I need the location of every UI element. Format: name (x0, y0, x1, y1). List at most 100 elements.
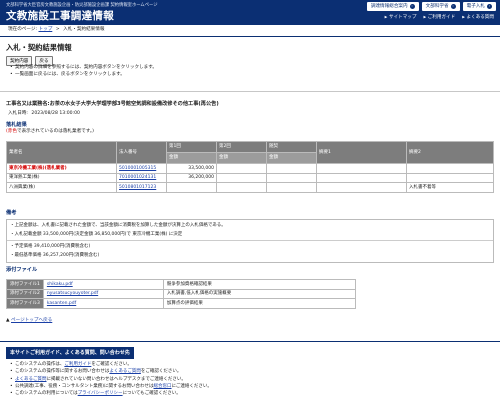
table-row: 添付ファイル1 shikaku.pdf 競争参加資格確認結果 (6, 279, 357, 290)
back-to-top-link[interactable]: ページトップへ戻る (11, 318, 52, 323)
guide-text: このシステムの操作は、 (15, 362, 65, 367)
guide-text: このシステムの操作等に関するお問い合わせは (15, 369, 110, 375)
page-title: 入札・契約結果情報 (6, 43, 72, 52)
col-remark2: 摘要2 (406, 141, 494, 164)
guide-link[interactable]: ご利用ガイド (64, 362, 91, 367)
attachment-label: 添付ファイル2 (6, 288, 44, 300)
breadcrumb-home-link[interactable]: トップ (39, 27, 53, 32)
attachment-file-link[interactable]: shikaku.pdf (47, 282, 73, 287)
usage-guide-link[interactable]: ご利用ガイド (423, 15, 456, 21)
remark2: 入札書不着等 (406, 182, 494, 193)
corp-no-link[interactable]: 5010001005315 (116, 163, 167, 174)
back-to-top[interactable]: ▲ ページトップへ戻る (6, 318, 52, 324)
breadcrumb: 現在のページ: トップ > 入札・契約結果情報 (8, 27, 104, 33)
guide-item: このシステムの利用についてはプライバシーポリシーについてもご確認ください。 (10, 391, 212, 397)
divider (0, 36, 500, 37)
breadcrumb-separator: > (55, 27, 60, 32)
attachment-desc: 競争参加資格確認結果 (162, 279, 357, 290)
corp-no-link-text[interactable]: 7010001024131 (119, 175, 156, 180)
company-name: 東洋熱工業(株) (6, 172, 117, 184)
col-amount: 金額 (166, 152, 217, 164)
remark-line: ・上記金額は、入札書に記載された金額で、当該金額に消費税を加算した金額が決算上の… (10, 222, 226, 228)
amount-round1: 33,500,000 (166, 163, 217, 174)
page-root: 文部科学省大臣官房文教施設企画・防災部施設企画課 契約情報室ホームページ 文教施… (0, 0, 500, 397)
attachment-label: 添付ファイル3 (6, 298, 44, 309)
remark1 (316, 163, 407, 174)
instruction-list: 契約内容の詳細を参照するには、契約内容ボタンをクリックします。 一覧画面に戻るに… (10, 65, 157, 79)
amount-nego (266, 182, 317, 193)
corp-no-link[interactable]: 7010001024131 (116, 172, 167, 184)
guide-heading: 本サイトご利用ガイド、よくある質問、問い合わせ先 (6, 347, 134, 360)
mext-label: 文部科学省 (425, 3, 449, 9)
attachment-file[interactable]: shikaku.pdf (42, 279, 164, 290)
attachment-file-link[interactable]: nyusatsucyouyoter.pdf (47, 291, 98, 296)
remark1 (316, 172, 407, 184)
attachment-file[interactable]: kasanten.pdf (42, 298, 164, 309)
table-row: 東洋熱工業(株) 7010001024131 36,200,000 (6, 172, 494, 184)
guide-text: にご連絡ください。 (171, 383, 212, 389)
remark2 (406, 172, 494, 184)
guide-item: このシステムの操作等に関するお問い合わせはよくあるご質問をご確認ください。 (10, 369, 212, 375)
results-section-label: 落札結果 (6, 122, 27, 128)
table-row: 八洲興業(株) 5010801017123 入札書不着等 (6, 182, 494, 193)
remark1 (316, 182, 407, 193)
col-amount: 金額 (216, 152, 267, 164)
guide-item: よくあるご質問に掲載されていない問い合わせはヘルプデスクまでご連絡ください。 (10, 377, 212, 383)
col-round2: 第2回 (216, 141, 267, 153)
instruction-item: 一覧画面に戻るには、戻るボタンをクリックします。 (10, 72, 157, 78)
e-bidding-label: 電子入札 (466, 3, 485, 9)
corp-no-link[interactable]: 5010801017123 (116, 182, 167, 193)
table-row: 添付ファイル2 nyusatsucyouyoter.pdf 入札調書,低入札価格… (6, 288, 357, 300)
external-link-icon: › (487, 3, 492, 9)
guide-link[interactable]: プライバシーポリシー (78, 391, 123, 396)
procurement-guide-label: 調達情報総合案内 (370, 3, 408, 9)
col-nego: 随契 (266, 141, 317, 153)
guide-list: このシステムの操作は、ご利用ガイドをご確認ください。 このシステムの操作等に関す… (10, 362, 212, 399)
guide-text: についてもご確認ください。 (122, 391, 181, 397)
guide-text: をご確認ください。 (91, 362, 132, 367)
attachment-file[interactable]: nyusatsucyouyoter.pdf (42, 288, 164, 300)
breadcrumb-prefix: 現在のページ: (8, 27, 38, 32)
arrow-up-icon: ▲ (6, 318, 10, 323)
attachment-file-link[interactable]: kasanten.pdf (47, 301, 76, 306)
col-round1: 第1回 (166, 141, 217, 153)
corp-no-link-text[interactable]: 5010801017123 (119, 185, 156, 190)
procurement-guide-button[interactable]: 調達情報総合案内 › (366, 2, 419, 11)
remarks-box: ・上記金額は、入札書に記載された金額で、当該金額に消費税を加算した金額が決算上の… (6, 219, 494, 263)
guide-text: に掲載されていない問い合わせはヘルプデスクまでご連絡ください。 (46, 376, 186, 382)
attachment-desc: 加算点の評価結果 (162, 298, 357, 309)
divider (0, 341, 500, 342)
attachment-label: 添付ファイル1 (6, 279, 44, 290)
table-row: 添付ファイル3 kasanten.pdf 加算点の評価結果 (6, 298, 357, 309)
remark-line: ・入札記載金額 33,500,000円(決定金額 36,850,000円)で 東… (10, 232, 183, 238)
table-row: 東京冷機工業(株)(落札業者) 5010001005315 33,500,000 (6, 163, 494, 174)
amount-round1: 36,200,000 (166, 172, 217, 184)
remark2 (406, 163, 494, 174)
sitemap-link[interactable]: サイトマップ (385, 15, 417, 21)
bid-date: 入札日時: 2023/08/28 13:00:00 (8, 111, 80, 117)
header-subtitle: 文部科学省大臣官房文教施設企画・防災部施設企画課 契約情報室ホームページ (6, 3, 158, 8)
attachment-desc: 入札調書,低入札価格の実施概要 (162, 288, 357, 300)
header-links: サイトマップ ご利用ガイド よくある質問 (385, 15, 494, 21)
guide-link[interactable]: よくあるご質問 (109, 369, 141, 374)
faq-link[interactable]: よくある質問 (462, 15, 494, 21)
external-link-icon: › (450, 3, 456, 9)
company-name: 八洲興業(株) (6, 182, 117, 193)
external-link-icon: › (409, 3, 415, 9)
corp-no-link-text[interactable]: 5010001005315 (119, 166, 156, 171)
e-bidding-button[interactable]: 電子入札 › (462, 2, 496, 11)
results-table: 業者名 法人番号 第1回 第2回 随契 摘要1 摘要2 金額 金額 金額 東京冷… (6, 141, 494, 193)
site-title[interactable]: 文教施設工事調達情報 (6, 10, 114, 23)
guide-text: をご確認ください。 (140, 369, 182, 375)
attachments-table: 添付ファイル1 shikaku.pdf 競争参加資格確認結果 添付ファイル2 n… (6, 279, 357, 309)
amount-nego (266, 163, 317, 174)
guide-link[interactable]: 総合窓口 (154, 384, 172, 389)
winner-note: (赤色で表示されているのは落札業者です。) (6, 129, 94, 135)
bid-date-label: 入札日時: (8, 111, 28, 116)
header-top-buttons: 調達情報総合案内 › 文部科学省 › 電子入札 › (366, 2, 496, 11)
winner-note-red: (赤色 (6, 129, 17, 134)
guide-link[interactable]: よくあるご質問 (15, 377, 47, 382)
remarks-section-label: 備考 (6, 210, 17, 216)
col-company: 業者名 (6, 141, 117, 164)
mext-button[interactable]: 文部科学省 › (421, 2, 460, 11)
